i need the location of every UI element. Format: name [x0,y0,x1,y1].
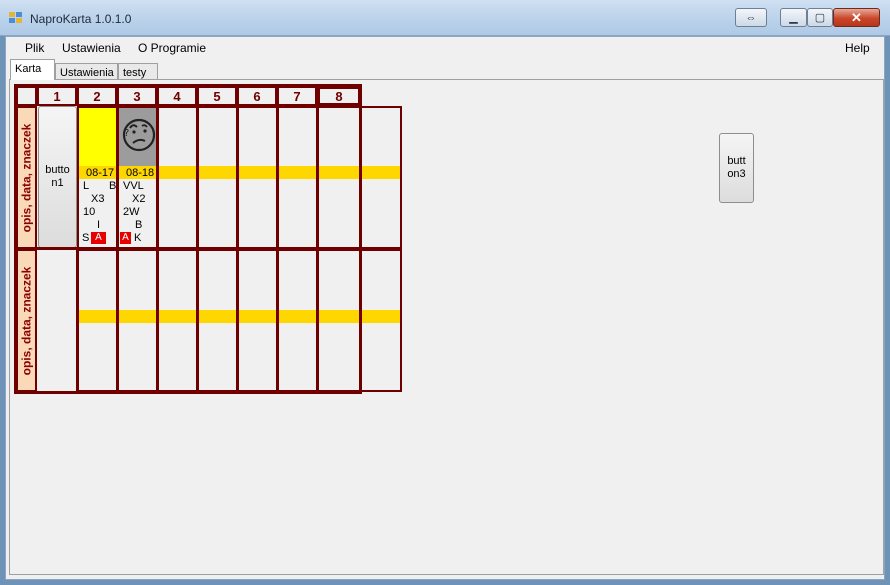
tab-label: Ustawienia [60,67,114,79]
cell-r1-c7[interactable] [277,106,318,249]
minimize-button[interactable]: ▁ [780,8,807,27]
cell-r2-c7[interactable] [277,249,318,392]
cell-3-line3: 2W [123,206,140,218]
cell-2-line3: 10 [83,206,96,218]
menu-ustawienia[interactable]: Ustawienia [62,41,121,55]
tab-karta[interactable]: Karta [10,59,55,80]
title-bar: NaproKarta 1.0.1.0 ⇔ ▁ ▢ ✕ [0,0,890,36]
main-window: Plik Ustawienia O Programie Help Karta U… [5,36,885,580]
minimize-icon: ▁ [789,12,798,24]
cell-3-line2: X2 [132,193,146,205]
column-header-8: 8 [317,86,361,106]
close-button[interactable]: ✕ [833,8,880,27]
column-header-3: 3 [117,86,157,106]
cell-2-line1-right: B [109,180,117,192]
tab-panel-karta: 1 2 3 4 5 6 7 8 opis, data, znaczek opis… [9,79,884,575]
column-header-2: 2 [77,86,117,106]
button3[interactable]: butt on3 [719,133,754,203]
cell-r2-c3[interactable] [117,249,158,392]
window-title: NaproKarta 1.0.1.0 [30,12,132,26]
cell-2-line1-left: L [83,180,90,192]
button1[interactable]: butto n1 [38,106,77,248]
cell-2-line2: X3 [91,193,105,205]
app-icon [9,12,23,24]
header-corner [16,86,37,106]
close-icon: ✕ [851,9,862,25]
tab-label: Karta [15,63,42,75]
cell-2-marker: A [91,232,106,244]
cell-3-line4: B [135,219,143,231]
cell-2-line4: I [97,219,101,231]
restore-icon: ⇔ [745,11,757,24]
cell-3-marker: A [120,232,131,244]
cell-r1-c5[interactable] [197,106,238,249]
maximize-button[interactable]: ▢ [807,8,833,27]
column-header-1: 1 [37,86,77,106]
cell-r1-c9[interactable] [360,106,402,249]
row-label-1: opis, data, znaczek [16,106,37,249]
menu-bar: Plik Ustawienia O Programie Help [6,37,884,59]
cell-r1-c4[interactable] [157,106,198,249]
menu-o-programie[interactable]: O Programie [138,41,206,55]
cell-r2-c2[interactable] [77,249,118,392]
column-header-4: 4 [157,86,197,106]
maximize-icon: ▢ [814,12,826,24]
cell-r2-c8[interactable] [317,249,361,392]
cell-r2-c5[interactable] [197,249,238,392]
cycle-chart-grid: 1 2 3 4 5 6 7 8 opis, data, znaczek opis… [10,80,410,400]
menu-plik[interactable]: Plik [25,41,44,55]
restore-button[interactable]: ⇔ [735,8,767,27]
cell-r1-c8[interactable] [317,106,361,249]
cell-3-line5-right: K [134,232,142,244]
column-header-6: 6 [237,86,277,106]
cell-3-line1: VVL [123,180,144,192]
cell-r2-c9[interactable] [360,249,402,392]
row-label-text: opis, data, znaczek [19,266,34,375]
column-header-5: 5 [197,86,237,106]
row-label-2: opis, data, znaczek [16,249,37,392]
cell-r2-c4[interactable] [157,249,198,392]
cell-r1-c6[interactable] [237,106,278,249]
tab-label: testy [123,67,147,79]
menu-help[interactable]: Help [845,41,870,55]
cell-r2-c6[interactable] [237,249,278,392]
cell-2-date: 08-17 [86,167,115,179]
cell-3-date: 08-18 [126,167,155,179]
cell-r2-c1 [37,249,77,392]
cell-2-line5-left: S [82,232,90,244]
row-label-text: opis, data, znaczek [19,123,34,232]
column-header-7: 7 [277,86,317,106]
